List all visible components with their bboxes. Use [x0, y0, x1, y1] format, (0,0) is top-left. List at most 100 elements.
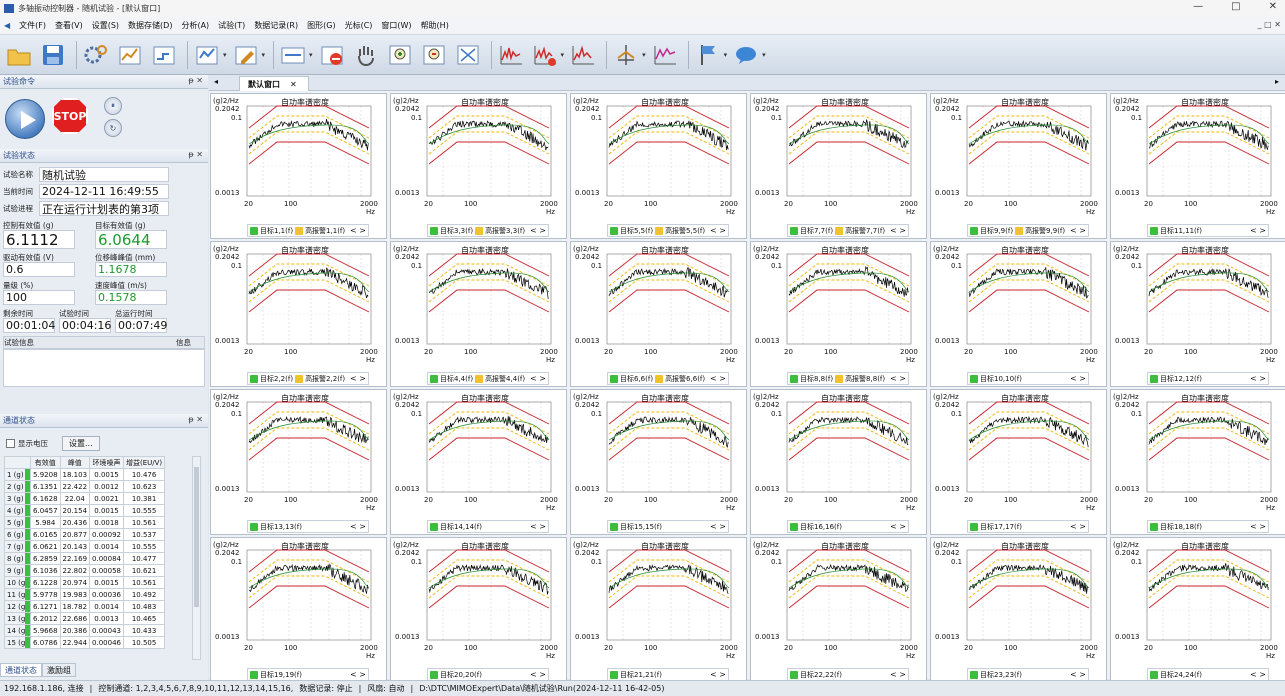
legend-checkbox-icon[interactable] — [610, 226, 618, 235]
line-icon[interactable] — [650, 40, 680, 70]
open-folder-icon[interactable] — [4, 40, 34, 70]
spectrum-alt-icon[interactable] — [568, 40, 598, 70]
plot-legend[interactable]: 目标10,10(f) < > — [967, 372, 1089, 385]
settings-gears-icon[interactable] — [81, 40, 111, 70]
dropdown-arrow-icon[interactable]: ▾ — [223, 51, 227, 59]
psd-plot[interactable]: (g)2/Hz 自功率谱密度 0.2042 0.1 0.0013 20 100 2000 Hz 目… — [570, 389, 747, 535]
legend-checkbox-icon[interactable] — [250, 226, 258, 235]
psd-plot[interactable]: (g)2/Hz 自功率谱密度 0.2042 0.1 0.0013 20 100 2000 Hz 目… — [930, 537, 1107, 683]
legend-checkbox-icon[interactable] — [655, 374, 664, 383]
legend-nav-icon[interactable]: < > — [1070, 522, 1086, 531]
psd-plot[interactable]: (g)2/Hz 自功率谱密度 0.2042 0.1 0.0013 20 100 2000 Hz 目… — [930, 389, 1107, 535]
continue-button[interactable]: ↻ — [104, 119, 122, 137]
dropdown-arrow-icon[interactable]: ▾ — [309, 51, 313, 59]
profile-edit-icon[interactable] — [115, 40, 145, 70]
legend-nav-icon[interactable]: < > — [710, 522, 726, 531]
table-row[interactable]: 1 (g) 5.9208 18.103 0.0015 10.476 — [3, 468, 166, 481]
plot-legend[interactable]: 目标18,18(f) < > — [1147, 520, 1269, 533]
menu-view[interactable]: 查看(V) — [55, 20, 83, 31]
plot-legend[interactable]: 目标12,12(f) < > — [1147, 372, 1269, 385]
menu-settings[interactable]: 设置(S) — [92, 20, 119, 31]
table-row[interactable]: 8 (g) 6.2859 22.169 0.00084 10.477 — [3, 552, 166, 565]
plot-legend[interactable]: 目标11,11(f) < > — [1147, 224, 1269, 237]
tab-excitation-group[interactable]: 激励组 — [42, 663, 76, 677]
legend-checkbox-icon[interactable] — [790, 670, 798, 679]
pin-close-icon[interactable]: ᵽ ✕ — [188, 76, 203, 85]
zoom-out-icon[interactable] — [419, 40, 449, 70]
settings-button[interactable]: 设置... — [62, 436, 100, 451]
channel-icon[interactable] — [149, 40, 179, 70]
legend-checkbox-icon[interactable] — [1015, 226, 1024, 235]
flag-icon[interactable] — [693, 40, 723, 70]
dropdown-arrow-icon[interactable]: ▾ — [561, 51, 565, 59]
minimize-button[interactable]: — — [1193, 1, 1203, 12]
table-row[interactable]: 14 (g) 5.9668 20.386 0.00043 10.433 — [3, 624, 166, 637]
menu-help[interactable]: 帮助(H) — [421, 20, 449, 31]
zoom-in-icon[interactable] — [385, 40, 415, 70]
no-graph-icon[interactable] — [317, 40, 347, 70]
plot-legend[interactable]: 目标8,8(f) 高报警8,8(f) < > — [787, 372, 909, 385]
legend-nav-icon[interactable]: < > — [890, 226, 906, 235]
psd-plot[interactable]: (g)2/Hz 自功率谱密度 0.2042 0.1 0.0013 20 100 2000 Hz 目… — [1110, 389, 1285, 535]
legend-nav-icon[interactable]: < > — [1070, 226, 1086, 235]
info-button[interactable]: 信息 — [176, 337, 191, 348]
psd-plot[interactable]: (g)2/Hz 自功率谱密度 0.2042 0.1 0.0013 20 100 2000 Hz 目… — [390, 537, 567, 683]
spectrum-icon[interactable] — [496, 40, 526, 70]
close-button[interactable]: ✕ — [1269, 1, 1277, 12]
legend-checkbox-icon[interactable] — [655, 226, 664, 235]
scroll-right-icon[interactable]: ▸ — [1275, 77, 1279, 86]
legend-nav-icon[interactable]: < > — [1070, 670, 1086, 679]
mdi-icon[interactable]: ◀ — [4, 21, 10, 30]
psd-plot[interactable]: (g)2/Hz 自功率谱密度 0.2042 0.1 0.0013 20 100 2000 Hz 目… — [750, 93, 927, 239]
legend-nav-icon[interactable]: < > — [530, 374, 546, 383]
legend-nav-icon[interactable]: < > — [1250, 522, 1266, 531]
legend-nav-icon[interactable]: < > — [1070, 374, 1086, 383]
legend-checkbox-icon[interactable] — [250, 522, 258, 531]
pin-close-icon[interactable]: ᵽ ✕ — [188, 150, 203, 159]
legend-checkbox-icon[interactable] — [970, 522, 978, 531]
legend-nav-icon[interactable]: < > — [350, 226, 366, 235]
edit-chart-icon[interactable] — [231, 40, 261, 70]
psd-plot[interactable]: (g)2/Hz 自功率谱密度 0.2042 0.1 0.0013 20 100 2000 Hz 目… — [1110, 93, 1285, 239]
tab-close-icon[interactable]: ✕ — [290, 80, 297, 89]
psd-plot[interactable]: (g)2/Hz 自功率谱密度 0.2042 0.1 0.0013 20 100 2000 Hz 目… — [750, 241, 927, 387]
legend-checkbox-icon[interactable] — [610, 670, 618, 679]
menu-test[interactable]: 试验(T) — [218, 20, 245, 31]
hand-pan-icon[interactable] — [351, 40, 381, 70]
tab-channel-status[interactable]: 通道状态 — [0, 663, 42, 677]
psd-plot[interactable]: (g)2/Hz 自功率谱密度 0.2042 0.1 0.0013 20 100 2000 Hz 目… — [1110, 537, 1285, 683]
legend-nav-icon[interactable]: < > — [530, 226, 546, 235]
legend-checkbox-icon[interactable] — [475, 374, 484, 383]
legend-nav-icon[interactable]: < > — [890, 374, 906, 383]
fit-icon[interactable] — [453, 40, 483, 70]
pause-button[interactable]: ⏸ — [104, 97, 122, 115]
plot-legend[interactable]: 目标14,14(f) < > — [427, 520, 549, 533]
legend-checkbox-icon[interactable] — [1150, 522, 1158, 531]
legend-checkbox-icon[interactable] — [790, 226, 798, 235]
table-row[interactable]: 13 (g) 6.2012 22.686 0.0013 10.465 — [3, 612, 166, 625]
plot-legend[interactable]: 目标9,9(f) 高报警9,9(f) < > — [967, 224, 1089, 237]
table-row[interactable]: 12 (g) 6.1271 18.782 0.0014 10.483 — [3, 600, 166, 613]
menu-window[interactable]: 窗口(W) — [381, 20, 411, 31]
graph-dropdown-icon[interactable] — [192, 40, 222, 70]
legend-nav-icon[interactable]: < > — [1250, 670, 1266, 679]
table-row[interactable]: 3 (g) 6.1628 22.04 0.0021 10.381 — [3, 492, 166, 505]
maximize-button[interactable]: □ — [1231, 1, 1240, 12]
psd-plot[interactable]: (g)2/Hz 自功率谱密度 0.2042 0.1 0.0013 20 100 2000 Hz 目… — [210, 93, 387, 239]
spectrum-red-icon[interactable] — [530, 40, 560, 70]
psd-plot[interactable]: (g)2/Hz 自功率谱密度 0.2042 0.1 0.0013 20 100 2000 Hz 目… — [930, 241, 1107, 387]
legend-nav-icon[interactable]: < > — [890, 670, 906, 679]
channel-scrollbar[interactable] — [192, 456, 201, 660]
table-row[interactable]: 11 (g) 5.9778 19.983 0.00036 10.492 — [3, 588, 166, 601]
legend-checkbox-icon[interactable] — [475, 226, 484, 235]
plot-legend[interactable]: 目标2,2(f) 高报警2,2(f) < > — [247, 372, 369, 385]
table-row[interactable]: 7 (g) 6.0621 20.143 0.0014 10.555 — [3, 540, 166, 553]
plot-legend[interactable]: 目标15,15(f) < > — [607, 520, 729, 533]
table-row[interactable]: 15 (g) 6.0786 22.944 0.00046 10.505 — [3, 636, 166, 649]
psd-plot[interactable]: (g)2/Hz 自功率谱密度 0.2042 0.1 0.0013 20 100 2000 Hz 目… — [390, 241, 567, 387]
legend-checkbox-icon[interactable] — [250, 374, 258, 383]
legend-checkbox-icon[interactable] — [295, 226, 304, 235]
legend-checkbox-icon[interactable] — [790, 522, 798, 531]
scroll-left-icon[interactable]: ◂ — [214, 77, 218, 86]
legend-nav-icon[interactable]: < > — [710, 226, 726, 235]
